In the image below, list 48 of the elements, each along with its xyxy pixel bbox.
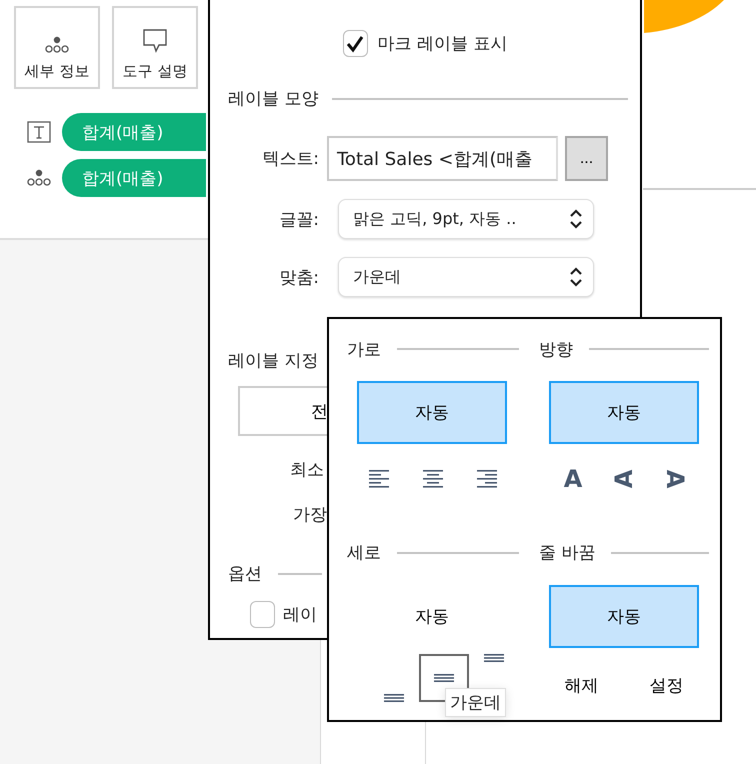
section-title: 줄 바꿈 bbox=[539, 542, 596, 564]
tooltip-button[interactable]: 도구 설명 bbox=[112, 6, 198, 89]
dots-icon bbox=[26, 169, 52, 187]
auto-button[interactable]: 자동 bbox=[357, 584, 507, 648]
checkbox-label: 마크 레이블 표시 bbox=[378, 33, 508, 55]
text-field[interactable]: Total Sales <합계(매출 bbox=[327, 136, 558, 181]
lines-icon bbox=[484, 654, 504, 662]
option-button[interactable]: 전 bbox=[238, 386, 330, 436]
alignment-dropdown[interactable]: 가운데 bbox=[338, 257, 594, 297]
wrap-option[interactable]: 해제 bbox=[558, 670, 604, 700]
speech-bubble-icon bbox=[142, 28, 168, 54]
direction-button[interactable]: A bbox=[660, 465, 690, 493]
align-right-icon bbox=[477, 470, 497, 488]
chevron-icon bbox=[569, 267, 583, 287]
section-title: 레이블 지정 bbox=[228, 350, 318, 372]
checkbox[interactable] bbox=[342, 30, 368, 57]
text-icon bbox=[27, 121, 51, 143]
more-button[interactable]: ... bbox=[565, 136, 608, 181]
chevron-icon bbox=[569, 209, 583, 229]
radio-label: 가장 bbox=[293, 504, 327, 526]
align-center-icon bbox=[423, 470, 443, 488]
align-button[interactable] bbox=[367, 468, 391, 490]
auto-button[interactable]: 자동 bbox=[357, 381, 507, 444]
field-label: 글꼴: bbox=[278, 208, 319, 230]
section-title: 가로 bbox=[347, 338, 381, 360]
detail-button[interactable]: 세부 정보 bbox=[14, 6, 100, 89]
lines-icon bbox=[384, 694, 404, 702]
align-button[interactable] bbox=[421, 468, 445, 490]
wrap-option[interactable]: 설정 bbox=[644, 670, 690, 700]
section-title: 레이블 모양 bbox=[228, 88, 318, 110]
lines-icon bbox=[434, 674, 454, 682]
direction-button[interactable]: A bbox=[609, 465, 639, 493]
field-label: 맞춤: bbox=[278, 266, 319, 288]
checkbox-label: 레이 bbox=[283, 604, 317, 626]
align-left-icon bbox=[369, 470, 389, 488]
field-label: 텍스트: bbox=[261, 148, 319, 170]
direction-button[interactable]: A bbox=[559, 464, 587, 494]
section-title: 방향 bbox=[539, 338, 573, 360]
checkbox[interactable] bbox=[250, 601, 275, 628]
auto-button[interactable]: 자동 bbox=[549, 381, 699, 444]
tooltip: 가운데 bbox=[445, 688, 506, 717]
dots-icon bbox=[44, 36, 70, 54]
auto-button[interactable]: 자동 bbox=[549, 584, 699, 648]
align-button[interactable] bbox=[475, 468, 499, 490]
radio-label: 최소 bbox=[290, 459, 324, 481]
font-dropdown[interactable]: 맑은 고딕, 9pt, 자동 .. bbox=[338, 199, 594, 239]
section-title: 옵션 bbox=[228, 563, 262, 585]
section-title: 세로 bbox=[347, 542, 381, 564]
